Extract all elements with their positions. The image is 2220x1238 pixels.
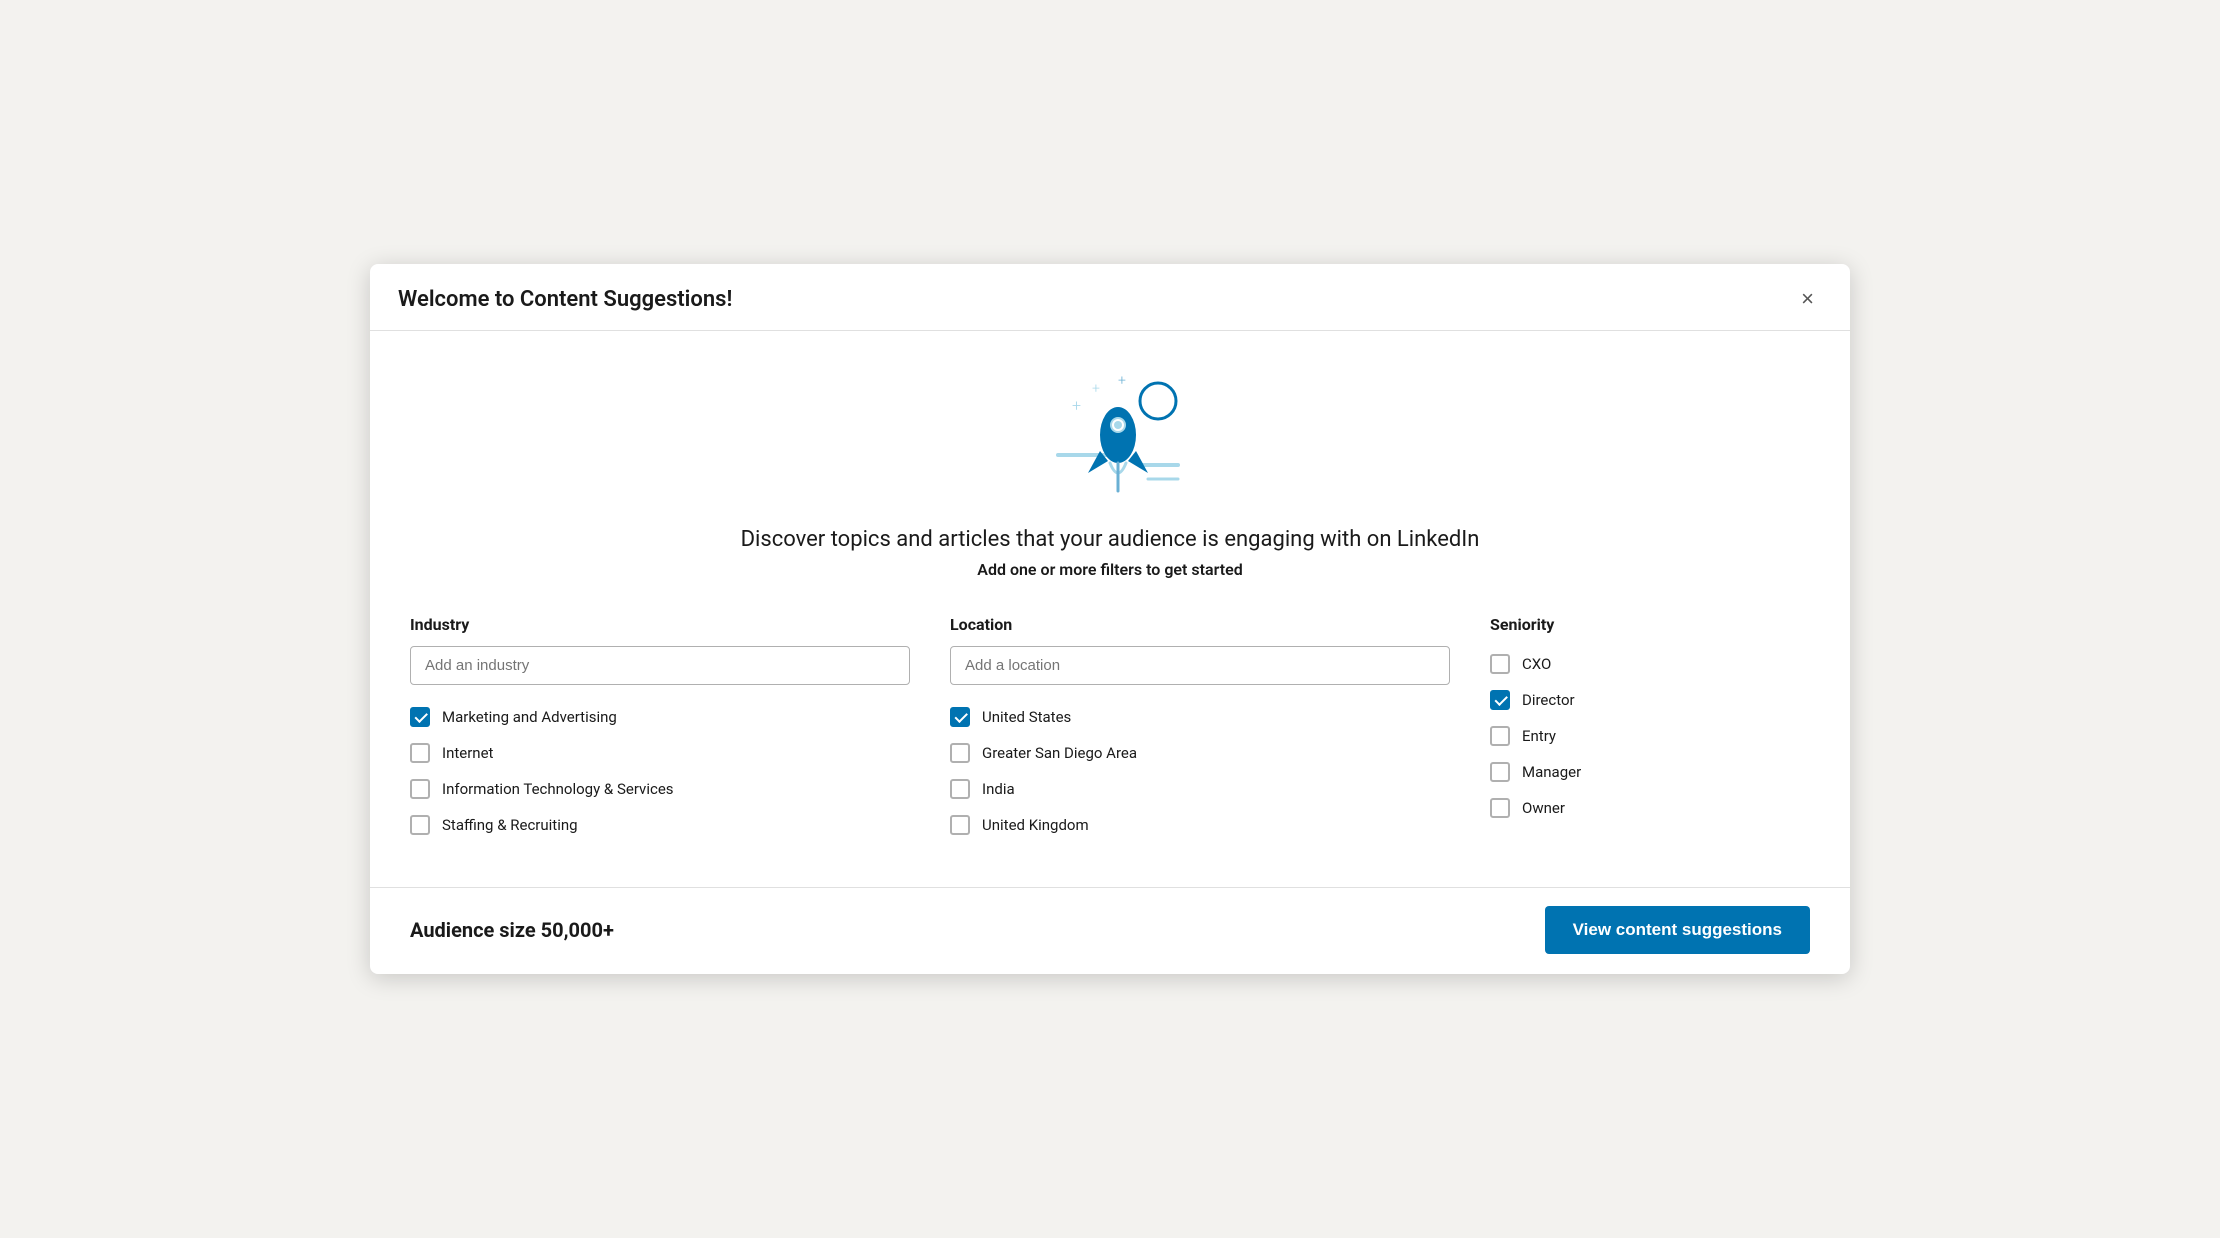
seniority-director-checkbox[interactable] (1490, 690, 1510, 710)
industry-input[interactable] (410, 646, 910, 685)
location-column: Location United States Greater San Diego… (950, 615, 1450, 843)
industry-staffing-label: Staffing & Recruiting (442, 816, 578, 834)
list-item: United Kingdom (950, 807, 1450, 843)
industry-marketing-label: Marketing and Advertising (442, 708, 617, 726)
modal-title: Welcome to Content Suggestions! (398, 287, 732, 312)
location-sandiego-label: Greater San Diego Area (982, 744, 1137, 762)
location-us-checkbox[interactable] (950, 707, 970, 727)
location-label: Location (950, 615, 1450, 634)
subtitle: Add one or more filters to get started (410, 560, 1810, 579)
seniority-column: Seniority CXO Director Entry Manager (1490, 615, 1810, 843)
seniority-entry-label: Entry (1522, 727, 1556, 745)
list-item: Greater San Diego Area (950, 735, 1450, 771)
seniority-manager-checkbox[interactable] (1490, 762, 1510, 782)
seniority-manager-label: Manager (1522, 763, 1581, 781)
filters-row: Industry Marketing and Advertising Inter… (410, 615, 1810, 843)
industry-label: Industry (410, 615, 910, 634)
modal-body: + + + (370, 331, 1850, 871)
seniority-label: Seniority (1490, 615, 1810, 634)
list-item: Internet (410, 735, 910, 771)
location-uk-checkbox[interactable] (950, 815, 970, 835)
industry-internet-label: Internet (442, 744, 493, 762)
seniority-director-label: Director (1522, 691, 1575, 709)
seniority-cxo-checkbox[interactable] (1490, 654, 1510, 674)
list-item: Information Technology & Services (410, 771, 910, 807)
list-item: Marketing and Advertising (410, 699, 910, 735)
seniority-entry-checkbox[interactable] (1490, 726, 1510, 746)
list-item: CXO (1490, 646, 1810, 682)
location-india-label: India (982, 780, 1015, 798)
list-item: Staffing & Recruiting (410, 807, 910, 843)
industry-internet-checkbox[interactable] (410, 743, 430, 763)
svg-text:+: + (1092, 381, 1100, 397)
illustration: + + + (410, 363, 1810, 503)
list-item: Director (1490, 682, 1810, 718)
location-uk-label: United Kingdom (982, 816, 1089, 834)
modal-header: Welcome to Content Suggestions! × (370, 264, 1850, 331)
location-sandiego-checkbox[interactable] (950, 743, 970, 763)
list-item: Owner (1490, 790, 1810, 826)
list-item: United States (950, 699, 1450, 735)
seniority-owner-checkbox[interactable] (1490, 798, 1510, 818)
content-suggestions-modal: Welcome to Content Suggestions! × + + + (370, 264, 1850, 974)
industry-it-checkbox[interactable] (410, 779, 430, 799)
svg-text:+: + (1118, 373, 1126, 389)
list-item: India (950, 771, 1450, 807)
view-content-suggestions-button[interactable]: View content suggestions (1545, 906, 1810, 954)
industry-staffing-checkbox[interactable] (410, 815, 430, 835)
tagline: Discover topics and articles that your a… (410, 527, 1810, 552)
industry-marketing-checkbox[interactable] (410, 707, 430, 727)
seniority-owner-label: Owner (1522, 799, 1565, 817)
close-button[interactable]: × (1793, 284, 1822, 314)
modal-footer: Audience size 50,000+ View content sugge… (370, 887, 1850, 974)
industry-column: Industry Marketing and Advertising Inter… (410, 615, 910, 843)
list-item: Manager (1490, 754, 1810, 790)
location-us-label: United States (982, 708, 1071, 726)
seniority-cxo-label: CXO (1522, 655, 1551, 673)
industry-it-label: Information Technology & Services (442, 780, 674, 798)
location-india-checkbox[interactable] (950, 779, 970, 799)
audience-size: Audience size 50,000+ (410, 918, 614, 942)
svg-text:+: + (1072, 396, 1081, 415)
list-item: Entry (1490, 718, 1810, 754)
location-input[interactable] (950, 646, 1450, 685)
